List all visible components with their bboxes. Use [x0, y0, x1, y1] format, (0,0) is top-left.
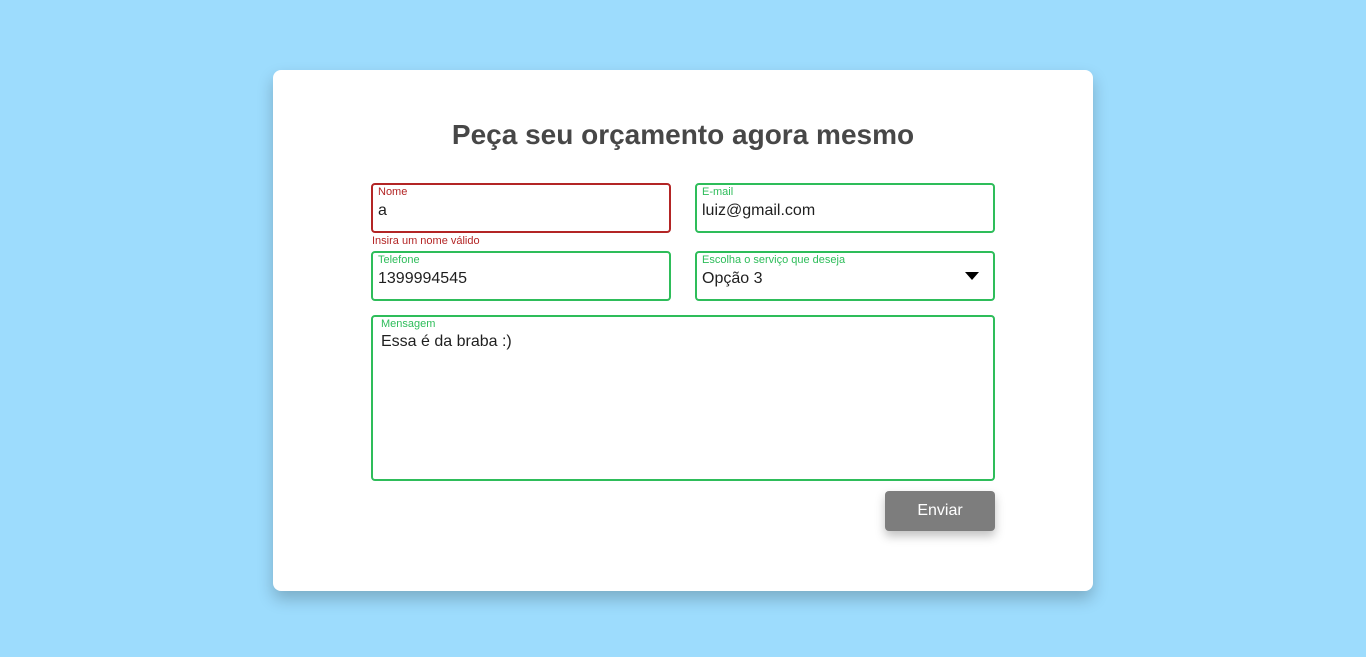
name-field[interactable]: Nome a: [371, 183, 671, 233]
email-field-label: E-mail: [702, 186, 734, 198]
message-textarea-label: Mensagem: [381, 318, 436, 330]
email-field[interactable]: E-mail luiz@gmail.com: [695, 183, 995, 233]
name-field-label: Nome: [378, 186, 408, 198]
email-field-value[interactable]: luiz@gmail.com: [702, 201, 815, 221]
name-field-value[interactable]: a: [378, 201, 387, 221]
phone-field-label: Telefone: [378, 254, 420, 266]
quote-form-card: Peça seu orçamento agora mesmo Nome a In…: [273, 70, 1093, 591]
service-select-label: Escolha o serviço que deseja: [702, 254, 846, 266]
form-title: Peça seu orçamento agora mesmo: [451, 119, 915, 150]
send-button[interactable]: Enviar: [885, 491, 995, 531]
message-textarea-value[interactable]: Essa é da braba :): [381, 332, 512, 352]
name-error-message: Insira um nome válido: [372, 235, 480, 247]
phone-field-value[interactable]: 1399994545: [378, 269, 467, 289]
caret-down-icon[interactable]: [965, 272, 979, 280]
message-textarea[interactable]: Mensagem Essa é da braba :): [371, 315, 995, 481]
service-select-value[interactable]: Opção 3: [702, 269, 762, 289]
service-select[interactable]: Escolha o serviço que deseja Opção 3: [695, 251, 995, 301]
phone-field[interactable]: Telefone 1399994545: [371, 251, 671, 301]
